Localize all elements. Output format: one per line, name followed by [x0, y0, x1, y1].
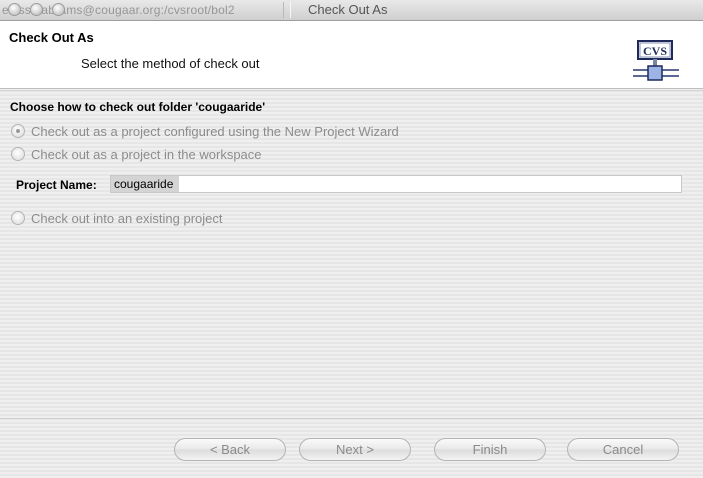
radio-button[interactable] [11, 147, 25, 161]
radio-option-label: Check out as a project configured using … [31, 123, 399, 139]
checkout-method-label: Choose how to check out folder 'cougaari… [10, 100, 266, 114]
page-title: Check Out As [9, 30, 94, 45]
radio-option-project-in-workspace[interactable]: Check out as a project in the workspace [11, 145, 262, 163]
back-button[interactable]: < Back [174, 438, 286, 461]
radio-button-selected[interactable] [11, 124, 25, 138]
header-divider [0, 90, 703, 91]
cancel-button[interactable]: Cancel [567, 438, 679, 461]
close-window-icon[interactable] [8, 3, 21, 16]
next-button[interactable]: Next > [299, 438, 411, 461]
title-separator [283, 2, 291, 18]
radio-button[interactable] [11, 211, 25, 225]
check-out-as-dialog: extssh:abrams@cougaar.org:/cvsroot/bol2 … [0, 0, 703, 478]
finish-button[interactable]: Finish [434, 438, 546, 461]
minimize-window-icon[interactable] [30, 3, 43, 16]
project-name-input[interactable] [110, 175, 682, 193]
wizard-header: Check Out As Select the method of check … [0, 21, 703, 89]
cvs-icon: CVS [633, 40, 679, 81]
svg-text:CVS: CVS [643, 44, 667, 58]
project-name-label: Project Name: [16, 178, 97, 192]
title-bar[interactable]: extssh:abrams@cougaar.org:/cvsroot/bol2 … [0, 0, 703, 21]
page-description: Select the method of check out [81, 56, 260, 71]
radio-option-new-project-wizard[interactable]: Check out as a project configured using … [11, 122, 399, 140]
radio-option-label: Check out into an existing project [31, 210, 223, 226]
radio-option-label: Check out as a project in the workspace [31, 146, 262, 162]
radio-option-existing-project[interactable]: Check out into an existing project [11, 209, 223, 227]
footer-divider [0, 418, 703, 419]
window-title: Check Out As [308, 2, 388, 17]
zoom-window-icon[interactable] [52, 3, 65, 16]
